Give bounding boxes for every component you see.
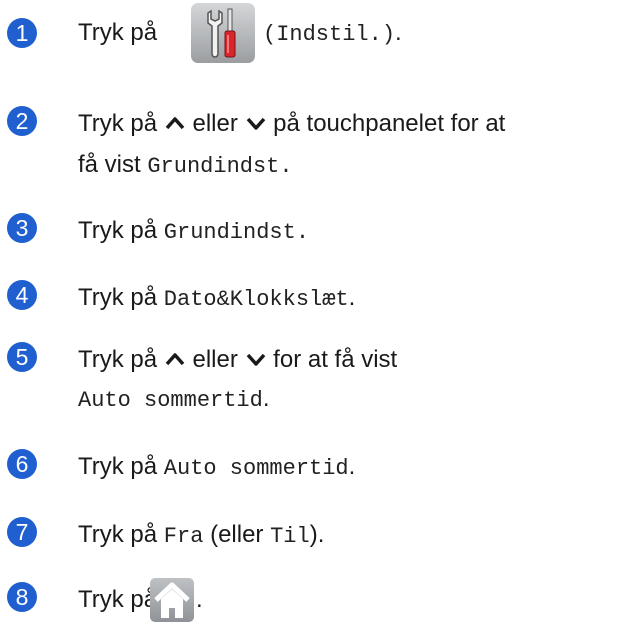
settings-tools-icon[interactable]: [191, 3, 255, 63]
step-5: 5 Tryk på eller for at få vist Auto somm…: [0, 342, 640, 422]
step-text: få vist Grundindst.: [78, 150, 293, 182]
step-1: 1 Tryk på (Indstil.).: [0, 0, 640, 70]
step-text: Tryk på Auto sommertid.: [78, 452, 355, 484]
step-6: 6 Tryk på Auto sommertid.: [0, 449, 640, 489]
step-text-part: Tryk på: [78, 346, 158, 373]
step-8: 8 Tryk på .: [0, 578, 640, 622]
step-text-part: .: [348, 284, 356, 311]
step-text: Auto sommertid.: [78, 384, 270, 416]
step-text: Tryk på eller for at få vist: [78, 345, 397, 375]
menu-code: Auto sommertid: [78, 388, 263, 413]
step-text-part: Tryk på: [78, 453, 158, 480]
menu-code: Dato&Klokkslæt: [163, 287, 349, 312]
step-text: Tryk på: [78, 18, 157, 48]
menu-code: Til: [270, 524, 310, 549]
step-text-part: (eller: [210, 521, 264, 548]
step-number: 8: [7, 582, 37, 612]
chevron-up-icon: [165, 353, 185, 366]
step-text-part: .: [279, 154, 293, 179]
settings-tools-icon-graphic: [207, 8, 236, 58]
step-text-part: Tryk på: [78, 521, 158, 548]
step-text-part: på touchpanelet for at: [273, 110, 506, 137]
menu-code: Auto sommertid: [163, 456, 349, 481]
menu-code: Fra: [163, 524, 204, 549]
step-text: Tryk på Fra (eller Til).: [78, 520, 324, 552]
chevron-up-icon: [165, 117, 185, 130]
step-text-part: Tryk på: [78, 284, 158, 311]
home-icon[interactable]: [150, 578, 194, 622]
home-icon-graphic: [154, 582, 190, 618]
step-text: Tryk på Grundindst.: [78, 216, 309, 248]
step-number: 6: [7, 449, 37, 479]
step-text-part: få vist: [78, 151, 141, 178]
step-7: 7 Tryk på Fra (eller Til).: [0, 517, 640, 557]
step-2: 2 Tryk på eller på touchpanelet for at f…: [0, 106, 640, 186]
step-text-part: eller: [192, 110, 238, 137]
menu-code: Grundindst: [163, 220, 296, 245]
step-number: 1: [7, 18, 37, 48]
step-text-part: Tryk på: [78, 217, 158, 244]
step-text-part: Tryk på: [78, 586, 158, 613]
chevron-down-icon: [246, 117, 265, 130]
step-number: 2: [7, 106, 37, 136]
step-text-part: .: [348, 453, 356, 480]
step-number: 4: [7, 280, 37, 310]
step-text-part: eller: [192, 346, 238, 373]
step-4: 4 Tryk på Dato&Klokkslæt.: [0, 280, 640, 320]
step-text-part: ).: [309, 521, 325, 548]
step-text-part: .: [395, 19, 402, 46]
step-3: 3 Tryk på Grundindst.: [0, 213, 640, 253]
step-text: (Indstil.).: [263, 18, 402, 50]
step-text-part: for at få vist: [273, 346, 398, 373]
instruction-steps: 1 Tryk på (Indstil.). 2 Tryk på eller på…: [0, 0, 640, 622]
step-text: .: [196, 585, 203, 615]
step-text: Tryk på: [78, 585, 157, 615]
menu-code: (Indstil.): [263, 22, 396, 47]
chevron-down-icon: [246, 353, 265, 366]
step-text-part: .: [196, 586, 203, 613]
step-text-part: Tryk på: [78, 110, 158, 137]
step-text: Tryk på eller på touchpanelet for at: [78, 109, 505, 139]
step-number: 3: [7, 213, 37, 243]
step-text: Tryk på Dato&Klokkslæt.: [78, 283, 355, 315]
step-text-part: Tryk på: [78, 19, 158, 46]
step-number: 5: [7, 342, 37, 372]
step-number: 7: [7, 517, 37, 547]
step-text-part: .: [295, 220, 310, 245]
menu-code: Grundindst: [147, 154, 280, 179]
step-text-part: .: [262, 385, 270, 412]
